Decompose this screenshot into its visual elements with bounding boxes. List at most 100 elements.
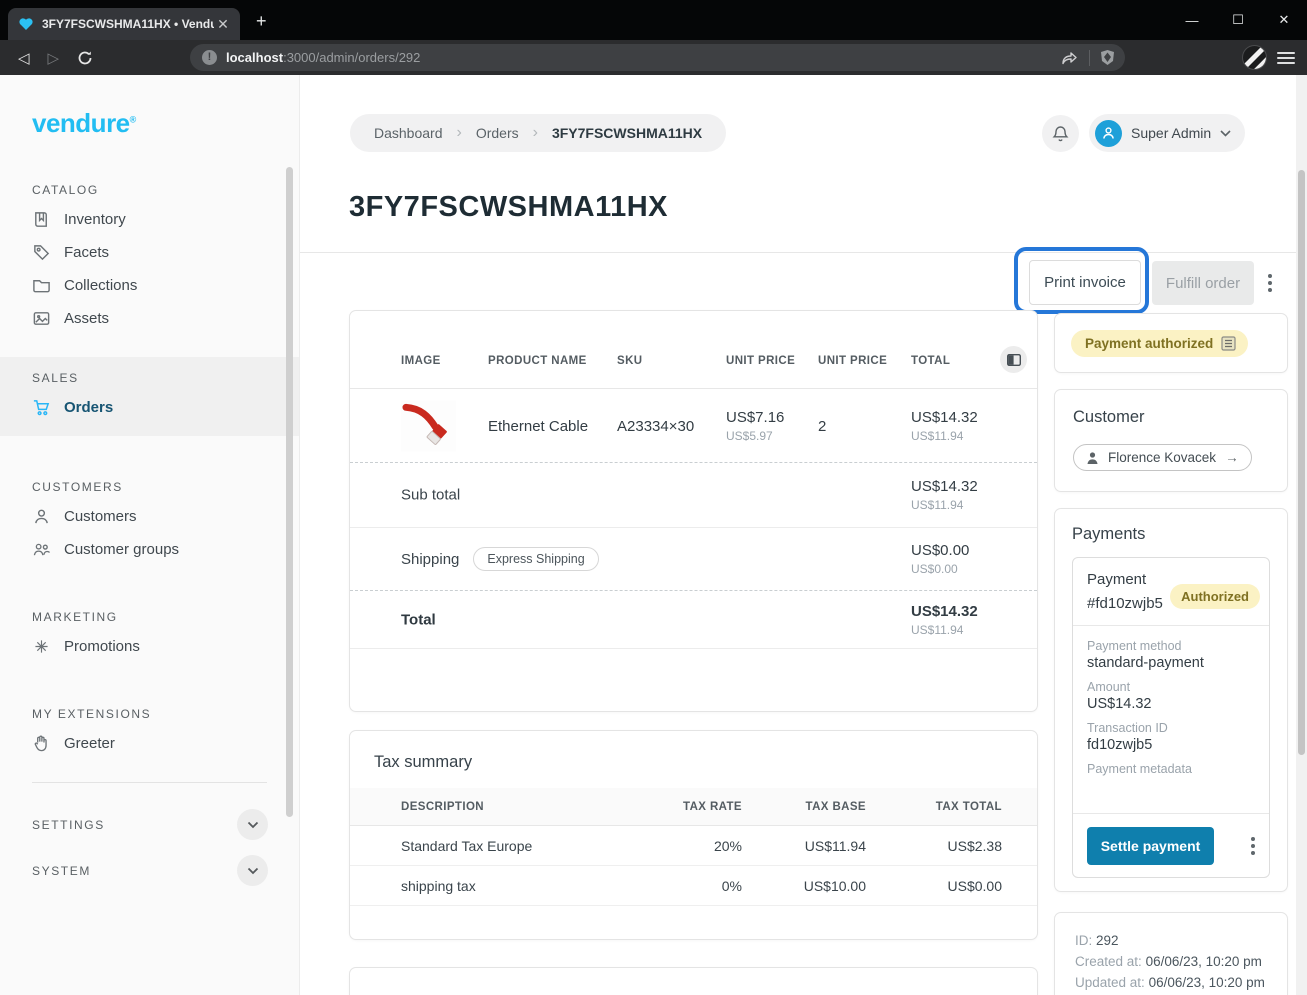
back-button[interactable]: ◁ [18, 49, 30, 67]
line-total: US$14.32 [911, 409, 978, 426]
user-menu[interactable]: Super Admin [1089, 114, 1245, 152]
sidebar-item-inventory[interactable]: Inventory [32, 203, 299, 236]
vendure-logo[interactable]: vendure® [32, 108, 299, 139]
chevron-down-icon[interactable] [237, 855, 268, 886]
col-header-unit-price: UNIT PRICE [726, 355, 795, 367]
pencil-edit-icon[interactable] [1242, 45, 1267, 70]
section-label-catalog: CATALOG [32, 183, 299, 197]
column-settings-button[interactable] [1000, 346, 1027, 373]
breadcrumb-dashboard[interactable]: Dashboard [374, 125, 443, 141]
more-actions-icon[interactable] [1268, 274, 1272, 292]
new-tab-button[interactable]: + [256, 12, 267, 30]
share-icon[interactable] [1061, 50, 1079, 66]
site-info-icon[interactable]: ! [202, 50, 217, 65]
sub-total-row: Sub total US$14.32 US$11.94 [350, 463, 1037, 528]
order-table-header: IMAGE PRODUCT NAME SKU UNIT PRICE UNIT P… [350, 311, 1037, 389]
sidebar-item-facets[interactable]: Facets [32, 236, 299, 269]
sidebar-item-label: Promotions [64, 638, 140, 655]
user-name: Super Admin [1131, 125, 1211, 141]
arrow-right-icon: → [1225, 450, 1239, 465]
section-label-customers: CUSTOMERS [32, 480, 299, 494]
avatar [1095, 120, 1122, 147]
sidebar-item-collections[interactable]: Collections [32, 269, 299, 302]
breadcrumb: Dashboard › Orders › 3FY7FSCWSHMA11HX [350, 114, 726, 152]
sparkle-icon [32, 637, 51, 656]
transaction-id-label: Transaction ID [1087, 721, 1255, 735]
window-minimize-button[interactable]: — [1169, 0, 1215, 40]
sidebar-item-customers[interactable]: Customers [32, 500, 299, 533]
customer-link[interactable]: Florence Kovacek → [1073, 444, 1252, 471]
section-label-sales: SALES [32, 371, 299, 385]
person-icon [1086, 451, 1099, 465]
payments-title: Payments [1072, 525, 1270, 544]
total-ex-tax: US$11.94 [911, 623, 978, 637]
scrollbar-thumb[interactable] [1298, 170, 1305, 755]
sidebar: vendure® CATALOG Inventory Facets Collec… [0, 75, 300, 995]
entity-id: 292 [1096, 933, 1119, 948]
url-bar[interactable]: ! localhost :3000/admin/orders/292 [190, 44, 1125, 71]
shipping-ex-tax: US$0.00 [911, 562, 969, 576]
sidebar-item-assets[interactable]: Assets [32, 302, 299, 335]
table-row: shipping tax 0% US$10.00 US$0.00 [350, 866, 1037, 906]
tax-total: US$0.00 [866, 878, 1002, 894]
updated-at: 06/06/23, 10:20 pm [1149, 975, 1265, 990]
tax-total: US$2.38 [866, 838, 1002, 854]
sidebar-section-settings[interactable]: SETTINGS [32, 809, 268, 840]
product-image-ethernet-cable[interactable] [401, 400, 456, 452]
chevron-down-icon[interactable] [237, 809, 268, 840]
sidebar-item-label: Facets [64, 244, 109, 261]
fulfill-order-button[interactable]: Fulfill order [1152, 261, 1254, 305]
sidebar-item-promotions[interactable]: Promotions [32, 630, 299, 663]
sidebar-section-system[interactable]: SYSTEM [32, 855, 268, 886]
sidebar-scrollbar[interactable] [286, 167, 293, 817]
chevron-down-icon [1220, 130, 1231, 137]
breadcrumb-current: 3FY7FSCWSHMA11HX [552, 125, 702, 141]
col-header-sku: SKU [617, 355, 642, 367]
window-maximize-button[interactable]: ☐ [1215, 0, 1261, 40]
breadcrumb-orders[interactable]: Orders [476, 125, 519, 141]
tax-description: Standard Tax Europe [401, 838, 632, 854]
payment-metadata-label: Payment metadata [1087, 762, 1255, 776]
sidebar-item-customer-groups[interactable]: Customer groups [32, 533, 299, 566]
sidebar-item-greeter[interactable]: Greeter [32, 727, 299, 760]
sidebar-item-orders[interactable]: Orders [32, 391, 299, 424]
window-close-button[interactable]: ✕ [1261, 0, 1307, 40]
tax-description: shipping tax [401, 878, 632, 894]
sidebar-item-label: Assets [64, 310, 109, 327]
page-scrollbar[interactable] [1296, 75, 1307, 995]
entity-info-card: ID: 292 Created at: 06/06/23, 10:20 pm U… [1054, 912, 1288, 995]
tag-icon [32, 243, 51, 262]
tax-rate: 20% [632, 838, 742, 854]
col-header-tax-rate: TAX RATE [632, 801, 742, 813]
shipping-label: Shipping [401, 551, 459, 568]
settle-payment-button[interactable]: Settle payment [1087, 827, 1214, 865]
payment-method-label: Payment method [1087, 639, 1255, 653]
browser-menu-icon[interactable] [1277, 49, 1295, 67]
order-line-row: Ethernet Cable A23334×30 US$7.16 US$5.97… [350, 389, 1037, 463]
tax-base: US$11.94 [742, 838, 866, 854]
highlight-annotation [1014, 247, 1149, 314]
shipping-method-badge[interactable]: Express Shipping [473, 547, 598, 571]
bell-icon [1052, 125, 1069, 143]
history-list-icon[interactable] [1221, 336, 1236, 351]
sidebar-item-label: Greeter [64, 735, 115, 752]
sidebar-item-label: Orders [64, 399, 113, 416]
forward-button[interactable]: ▷ [48, 49, 60, 67]
tab-close-icon[interactable]: ✕ [214, 16, 232, 33]
payment-more-actions-icon[interactable] [1251, 837, 1255, 855]
customer-name: Florence Kovacek [1108, 450, 1216, 465]
tax-summary-card: Tax summary DESCRIPTION TAX RATE TAX BAS… [349, 730, 1038, 940]
url-path: :3000/admin/orders/292 [283, 50, 420, 65]
shipping-value: US$0.00 [911, 542, 969, 559]
browser-tab[interactable]: 3FY7FSCWSHMA11HX • Vendure ✕ [8, 8, 240, 40]
notifications-button[interactable] [1042, 115, 1079, 152]
product-name: Ethernet Cable [488, 418, 588, 435]
amount-label: Amount [1087, 680, 1255, 694]
brave-shield-icon[interactable] [1100, 49, 1115, 66]
sidebar-item-label: Inventory [64, 211, 126, 228]
reload-button[interactable] [77, 50, 93, 66]
person-icon [1102, 126, 1115, 140]
col-header-product-name: PRODUCT NAME [488, 355, 587, 367]
sidebar-item-label: Customer groups [64, 541, 179, 558]
main-content: Dashboard › Orders › 3FY7FSCWSHMA11HX Su… [300, 75, 1296, 995]
